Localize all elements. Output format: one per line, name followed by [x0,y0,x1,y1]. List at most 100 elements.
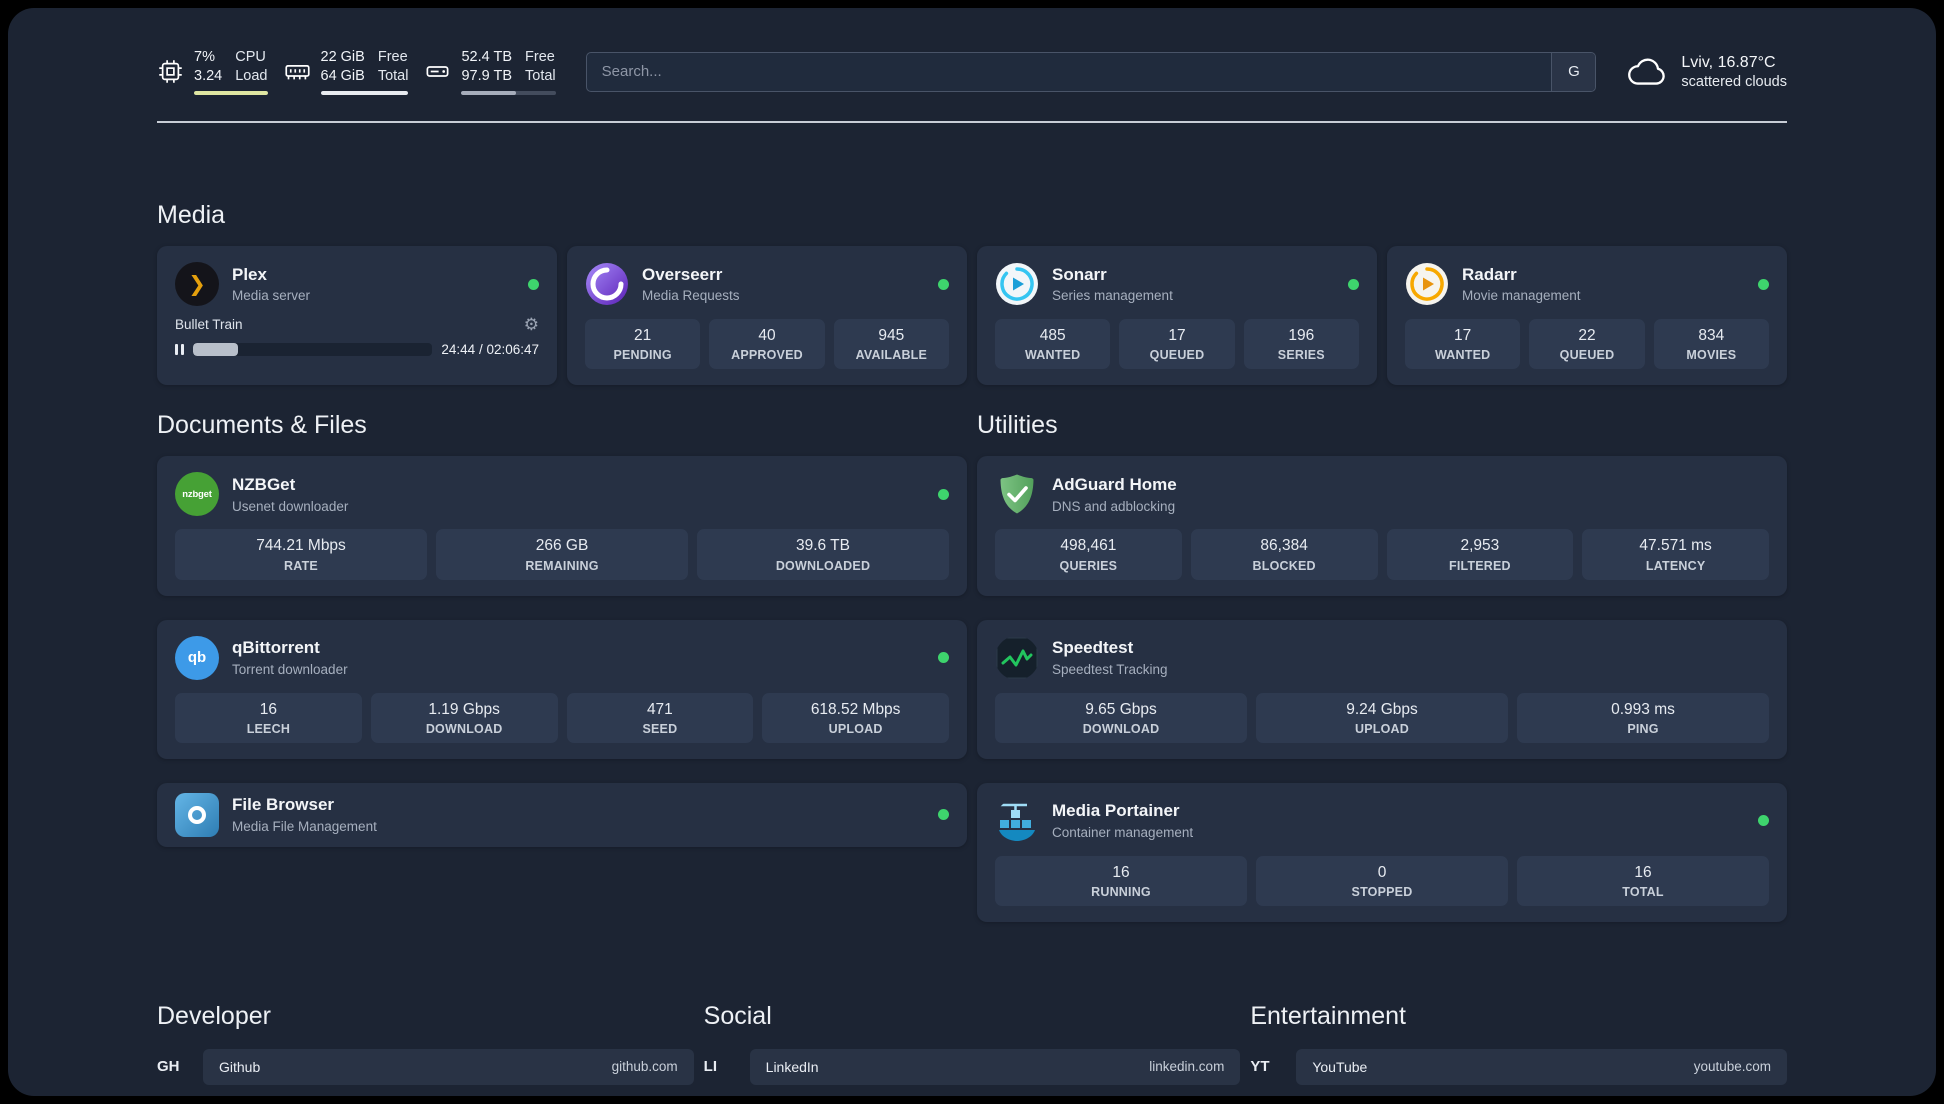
disk-icon [424,58,451,85]
speedtest-icon [995,636,1039,680]
search-bar: G [585,51,1597,92]
app-name: AdGuard Home [1052,475,1177,495]
bookmark-abbr: GH [157,1058,180,1076]
filebrowser-icon [175,792,219,837]
app-desc: Series management [1052,288,1173,304]
disk-total: 97.9 TB [461,68,513,85]
stat-tile: 16 RUNNING [995,855,1247,906]
bookmark-group-developer: Developer GH Github github.com SO StackO… [157,1002,694,1096]
stat-tile: 0.993 ms PING [1517,692,1769,743]
playback-progress-bar[interactable] [192,343,433,357]
topbar: 7% 3.24 CPU Load 22 GiB 64 GiB Free Tota… [157,48,1787,96]
app-desc: Media server [232,288,311,304]
stat-tile: 16 LEECH [175,692,362,743]
app-desc: Usenet downloader [232,498,349,514]
section-title-entertainment: Entertainment [1250,1001,1406,1030]
disk-bar [461,91,556,96]
disk-label-top: Free [525,49,555,65]
app-card-speedtest[interactable]: Speedtest Speedtest Tracking 9.65 Gbps D… [977,619,1787,759]
stat-tile: 1.19 Gbps DOWNLOAD [370,692,558,743]
app-card-portainer[interactable]: Media Portainer Container management 16 … [977,782,1787,922]
ram-label-bottom: Total [377,68,409,85]
disk-widget: 52.4 TB 97.9 TB Free Total [424,48,556,96]
app-name: File Browser [232,795,335,815]
app-card-nzbget[interactable]: nzbget NZBGet Usenet downloader 744.21 M… [157,456,967,596]
ram-label-top: Free [377,49,408,65]
section-documents: Documents & Files nzbget NZBGet Usenet d… [157,411,967,847]
section-title-media: Media [157,201,226,230]
bookmark-group-entertainment: Entertainment YT YouTube youtube.com NF … [1250,1002,1787,1096]
bookmark-abbr: LI [703,1058,717,1076]
cpu-icon [157,58,184,85]
app-desc: Speedtest Tracking [1052,661,1168,677]
section-title-social: Social [703,1001,772,1030]
app-card-sonarr[interactable]: Sonarr Series management 485 WANTED 17 Q… [977,246,1377,386]
stat-tile: 86,384 BLOCKED [1190,529,1378,580]
app-name: Radarr [1462,265,1517,285]
ram-free: 22 GiB [320,49,365,65]
app-card-qbittorrent[interactable]: qb qBittorrent Torrent downloader 16 LEE… [157,619,967,759]
stat-tile: 0 STOPPED [1256,855,1508,906]
topbar-divider [157,121,1787,124]
app-name: Media Portainer [1052,801,1180,821]
app-card-radarr[interactable]: Radarr Movie management 17 WANTED 22 QUE… [1387,246,1787,386]
disk-free: 52.4 TB [461,49,513,65]
pause-icon[interactable] [175,344,184,356]
app-card-overseerr[interactable]: Overseerr Media Requests 21 PENDING 40 A… [567,246,967,386]
stat-tile: 9.24 Gbps UPLOAD [1256,692,1508,743]
app-name: Overseerr [642,265,723,285]
bookmark-link-youtube[interactable]: YouTube youtube.com [1296,1048,1787,1085]
stat-tile: 17 QUEUED [1119,319,1235,370]
stat-tile: 485 WANTED [995,319,1111,370]
app-name: Plex [232,265,267,285]
section-title-documents: Documents & Files [157,411,367,440]
section-title-developer: Developer [157,1001,271,1030]
bookmark-link-github[interactable]: Github github.com [203,1048,694,1085]
stat-tile: 744.21 Mbps RATE [175,529,427,580]
cpu-bar [194,91,268,96]
ram-total: 64 GiB [320,68,365,85]
stat-tile: 498,461 QUERIES [995,529,1182,580]
weather-condition: scattered clouds [1681,74,1787,91]
stat-tile: 40 APPROVED [709,319,825,370]
cpu-widget: 7% 3.24 CPU Load [157,48,268,96]
dashboard-page: 7% 3.24 CPU Load 22 GiB 64 GiB Free Tota… [8,8,1936,1096]
stat-tile: 618.52 Mbps UPLOAD [762,692,949,743]
status-dot [938,488,949,500]
bookmark-abbr: YT [1250,1058,1270,1076]
status-dot [1758,278,1769,290]
gear-icon[interactable]: ⚙ [524,316,539,333]
stat-tile: 9.65 Gbps DOWNLOAD [995,692,1247,743]
app-desc: DNS and adblocking [1052,498,1176,514]
status-dot [938,652,949,664]
app-card-plex[interactable]: ❯ Plex Media server Bullet Train ⚙ 24:44… [157,246,557,386]
section-media: Media ❯ Plex Media server Bullet Train ⚙ [157,201,1787,386]
app-name: NZBGet [232,475,296,495]
stat-tile: 834 MOVIES [1653,319,1769,370]
status-dot [938,809,949,821]
search-engine-button[interactable]: G [1551,52,1596,91]
status-dot [528,278,539,290]
stat-tile: 945 AVAILABLE [833,319,949,370]
app-name: Sonarr [1052,265,1107,285]
cpu-label-bottom: Load [235,68,268,85]
ram-bar [320,91,409,96]
stat-tile: 196 SERIES [1243,319,1359,370]
plex-icon: ❯ [175,262,219,307]
cpu-percent: 7% [194,49,215,65]
app-name: qBittorrent [232,638,320,658]
app-name: Speedtest [1052,638,1134,658]
app-card-adguard[interactable]: AdGuard Home DNS and adblocking 498,461 … [977,456,1787,596]
ram-icon [284,58,311,85]
bookmark-group-social: Social LI LinkedIn linkedin.com TW Twitt… [704,1002,1241,1096]
bookmark-link-linkedin[interactable]: LinkedIn linkedin.com [749,1048,1241,1085]
sonarr-icon [995,262,1039,306]
radarr-icon [1405,262,1449,306]
app-card-filebrowser[interactable]: File Browser Media File Management [157,782,967,847]
nzbget-icon: nzbget [175,472,219,517]
status-dot [938,278,949,290]
stat-tile: 21 PENDING [585,319,701,370]
bookmark-row: LI LinkedIn linkedin.com [703,1048,1241,1085]
search-input[interactable] [585,51,1597,92]
weather-widget: Lviv, 16.87°C scattered clouds [1626,53,1787,90]
